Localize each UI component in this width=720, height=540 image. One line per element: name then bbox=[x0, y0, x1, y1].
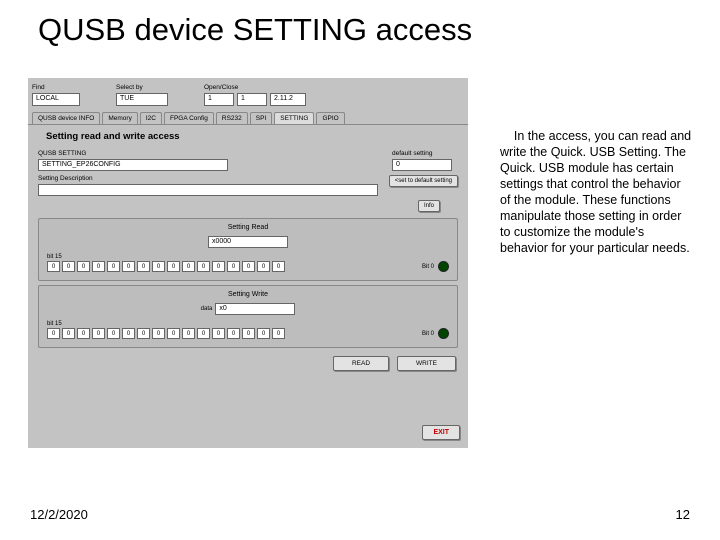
bit-cell[interactable]: 0 bbox=[212, 328, 225, 339]
slide-title: QUSB device SETTING access bbox=[38, 12, 472, 48]
qusb-setting-label: QUSB SETTING bbox=[38, 150, 228, 157]
read-data: x0000 bbox=[208, 236, 288, 248]
setting-desc-label: Setting Description bbox=[38, 175, 381, 182]
bit-cell: 0 bbox=[92, 261, 105, 272]
bit-cell: 0 bbox=[152, 261, 165, 272]
bit-cell: 0 bbox=[242, 261, 255, 272]
bit-cell[interactable]: 0 bbox=[257, 328, 270, 339]
set-default-button[interactable]: <set to default setting bbox=[389, 175, 458, 187]
read-indicator-icon bbox=[438, 261, 449, 272]
footer-date: 12/2/2020 bbox=[30, 507, 88, 522]
bit-cell: 0 bbox=[137, 261, 150, 272]
write-button[interactable]: WRITE bbox=[397, 356, 456, 371]
exit-button[interactable]: EXIT bbox=[422, 425, 460, 440]
footer-page: 12 bbox=[676, 507, 690, 522]
tab-qusb-info[interactable]: QUSB device INFO bbox=[32, 112, 100, 124]
open-b[interactable]: 1 bbox=[237, 93, 267, 106]
write-panel: Setting Write data x0 bit 15 00000000000… bbox=[38, 285, 458, 348]
write-data[interactable]: x0 bbox=[215, 303, 295, 315]
write-bits[interactable]: 0000000000000000 bbox=[47, 328, 285, 339]
tab-setting[interactable]: SETTING bbox=[274, 112, 314, 124]
open-a[interactable]: 1 bbox=[204, 93, 234, 106]
setting-desc-field bbox=[38, 184, 378, 196]
tab-fpga[interactable]: FPGA Config bbox=[164, 112, 214, 124]
bit-cell[interactable]: 0 bbox=[107, 328, 120, 339]
bit-cell[interactable]: 0 bbox=[152, 328, 165, 339]
bit-cell: 0 bbox=[107, 261, 120, 272]
open-label: Open/Close bbox=[204, 84, 306, 91]
write-title: Setting Write bbox=[228, 291, 268, 301]
write-data-label: data bbox=[201, 306, 213, 312]
app-window: Find LOCAL Select by TUE Open/Close 1 1 … bbox=[28, 78, 468, 448]
section-heading: Setting read and write access bbox=[28, 125, 468, 148]
bit-cell: 0 bbox=[227, 261, 240, 272]
bit-cell[interactable]: 0 bbox=[137, 328, 150, 339]
bit-cell: 0 bbox=[212, 261, 225, 272]
bit-cell: 0 bbox=[182, 261, 195, 272]
find-label: Find bbox=[32, 84, 80, 91]
bit-cell[interactable]: 0 bbox=[122, 328, 135, 339]
bit-cell: 0 bbox=[62, 261, 75, 272]
write-bit15-label: bit 15 bbox=[47, 321, 285, 327]
default-setting-label: default setting bbox=[392, 150, 452, 157]
bit-cell: 0 bbox=[47, 261, 60, 272]
tab-gpio[interactable]: GPIO bbox=[316, 112, 344, 124]
qusb-setting-select[interactable]: SETTING_EP26CONFIG bbox=[38, 159, 228, 171]
open-c[interactable]: 2.11.2 bbox=[270, 93, 306, 106]
bit-cell[interactable]: 0 bbox=[77, 328, 90, 339]
info-button[interactable]: Info bbox=[418, 200, 440, 212]
bit-cell: 0 bbox=[272, 261, 285, 272]
bit-cell: 0 bbox=[167, 261, 180, 272]
read-panel: Setting Read x0000 bit 15 00000000000000… bbox=[38, 218, 458, 281]
bit-cell: 0 bbox=[197, 261, 210, 272]
read-title: Setting Read bbox=[228, 224, 268, 234]
bit-cell: 0 bbox=[77, 261, 90, 272]
default-setting-value: 0 bbox=[392, 159, 452, 171]
bit-cell[interactable]: 0 bbox=[47, 328, 60, 339]
tab-spi[interactable]: SPI bbox=[250, 112, 272, 124]
write-bit0-label: Bit 0 bbox=[422, 331, 434, 337]
selectby-input[interactable]: TUE bbox=[116, 93, 168, 106]
bit-cell[interactable]: 0 bbox=[227, 328, 240, 339]
bit-cell[interactable]: 0 bbox=[182, 328, 195, 339]
read-bit0-label: Bit 0 bbox=[422, 264, 434, 270]
bit-cell[interactable]: 0 bbox=[242, 328, 255, 339]
bit-cell[interactable]: 0 bbox=[92, 328, 105, 339]
topbar: Find LOCAL Select by TUE Open/Close 1 1 … bbox=[28, 78, 468, 112]
selectby-label: Select by bbox=[116, 84, 168, 91]
tab-memory[interactable]: Memory bbox=[102, 112, 137, 124]
read-bit15-label: bit 15 bbox=[47, 254, 285, 260]
tab-row: QUSB device INFO Memory I2C FPGA Config … bbox=[28, 112, 468, 125]
write-indicator-icon bbox=[438, 328, 449, 339]
tab-rs232[interactable]: RS232 bbox=[216, 112, 248, 124]
bit-cell[interactable]: 0 bbox=[62, 328, 75, 339]
bit-cell[interactable]: 0 bbox=[167, 328, 180, 339]
bit-cell[interactable]: 0 bbox=[197, 328, 210, 339]
bit-cell[interactable]: 0 bbox=[272, 328, 285, 339]
tab-i2c[interactable]: I2C bbox=[140, 112, 162, 124]
read-bits: 0000000000000000 bbox=[47, 261, 285, 272]
read-button[interactable]: READ bbox=[333, 356, 389, 371]
description-text: In the access, you can read and write th… bbox=[500, 128, 694, 256]
bit-cell: 0 bbox=[122, 261, 135, 272]
find-select[interactable]: LOCAL bbox=[32, 93, 80, 106]
bit-cell: 0 bbox=[257, 261, 270, 272]
